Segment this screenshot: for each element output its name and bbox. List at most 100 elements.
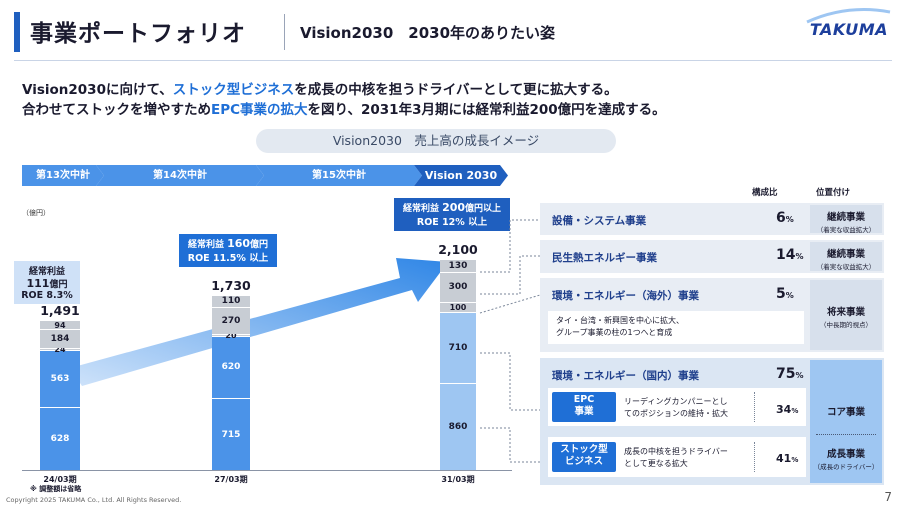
tag-line: 事業 <box>574 406 594 418</box>
position-label: 継続事業 <box>826 212 865 223</box>
bar-segment: 110 <box>212 295 250 307</box>
bar-segment: 24 <box>40 345 80 354</box>
bar-segment: 715 <box>212 398 250 470</box>
x-axis-label: 27/03期 <box>214 475 248 484</box>
copyright: Copyright 2025 TAKUMA Co., Ltd. All Righ… <box>6 496 182 504</box>
plan-label: 第13次中計 <box>36 170 90 181</box>
lead-highlight: ストック型ビジネス <box>172 82 295 98</box>
position-note: （中長期的視点） <box>820 321 872 329</box>
bar-total-label: 1,491 <box>40 302 80 318</box>
overseas-description: タイ・台湾・新興国を中心に拡大、 グループ事業の柱の1つへと育成 <box>548 311 804 344</box>
segment-ratio: 5% <box>776 286 794 302</box>
bar-segment: 628 <box>40 406 80 470</box>
bar-total-label: 1,730 <box>211 278 251 294</box>
bar-segment: 20 <box>212 331 250 340</box>
ratio-unit: % <box>795 252 804 261</box>
tag-line: ビジネス <box>564 456 603 468</box>
callout-profit: 経常利益 111億円 <box>26 267 68 290</box>
segment-name: 設備・システム事業 <box>552 215 647 227</box>
title-separator <box>284 14 285 50</box>
page-title: 事業ポートフォリオ <box>30 21 246 47</box>
segment-name: 民生熱エネルギー事業 <box>552 252 657 264</box>
description-line: てのポジションの維持・拡大 <box>624 409 728 418</box>
plan-arrow-15: 第15次中計 <box>256 165 422 186</box>
ratio-unit: % <box>785 215 794 224</box>
description-line: リーディングカンパニーとし <box>624 397 728 406</box>
epc-divider <box>754 392 755 422</box>
plan-label: 第14次中計 <box>153 170 207 181</box>
bar-27-03期: 715 620 20 270 110 <box>212 295 250 470</box>
segment-ratio: 6% <box>776 210 794 226</box>
bar-segment: 184 <box>40 329 80 348</box>
ratio-unit: % <box>791 407 799 415</box>
position-label: 将来事業 <box>826 307 865 318</box>
position-badge-domestic: コア事業 成長事業 （成長のドライバー） <box>810 360 882 483</box>
lead-text: Vision2030に向けて、 <box>22 82 173 98</box>
description-line: として更なる拡大 <box>624 459 688 468</box>
segment-ratio: 75% <box>776 366 804 382</box>
segment-name: 環境・エネルギー（国内）事業 <box>552 370 699 382</box>
epc-ratio: 34% <box>776 403 798 416</box>
x-axis-label: 31/03期 <box>441 475 475 484</box>
plan-label: Vision 2030 <box>424 169 498 182</box>
description-line: グループ事業の柱の1つへと育成 <box>556 327 673 337</box>
segment-name: 環境・エネルギー（海外）事業 <box>552 290 699 302</box>
ratio-value: 14 <box>776 247 796 263</box>
position-label: コア事業 <box>826 407 865 418</box>
company-logo: TAKUMA <box>809 20 888 39</box>
lead-text: 合わせてストックを増やすため <box>22 102 211 118</box>
profit-callout: 経常利益 111億円 ROE 8.3% <box>14 261 80 304</box>
ratio-unit: % <box>791 456 799 464</box>
footnote: ※ 調整額は省略 <box>30 485 82 493</box>
stock-divider <box>754 442 755 472</box>
plan-arrow-14: 第14次中計 <box>96 165 264 186</box>
header-divider <box>14 60 892 61</box>
stock-description: 成長の中核を担うドライバー として更なる拡大 <box>624 446 728 470</box>
col-header-position: 位置付け <box>816 188 851 198</box>
position-note: （着実な収益拡大） <box>816 226 876 234</box>
stock-ratio: 41% <box>776 452 798 465</box>
plan-arrow-13: 第13次中計 <box>22 165 104 186</box>
epc-tag: EPC 事業 <box>552 392 616 422</box>
stock-tag: ストック型 ビジネス <box>552 442 616 472</box>
position-label: 継続事業 <box>826 249 865 260</box>
callout-profit: 経常利益 160億円 <box>187 237 269 250</box>
lead-line-2: 合わせてストックを増やすためEPC事業の拡大を図り、2031年3月期には経常利益… <box>22 98 666 118</box>
chart-baseline <box>22 470 512 471</box>
position-divider <box>816 434 876 435</box>
ratio-value: 34 <box>776 403 792 416</box>
epc-description: リーディングカンパニーとし てのポジションの維持・拡大 <box>624 396 728 420</box>
position-badge-overseas: 将来事業 （中長期的視点） <box>810 280 882 350</box>
description-line: タイ・台湾・新興国を中心に拡大、 <box>556 316 684 325</box>
bar-segment: 94 <box>40 319 80 330</box>
lead-text: を図り、2031年3月期には経常利益200億円を達成する。 <box>307 102 666 118</box>
position-badge-consumer-heat: 継続事業 （着実な収益拡大） <box>810 242 882 271</box>
ratio-value: 41 <box>776 452 792 465</box>
bar-segment: 563 <box>40 350 80 407</box>
segment-ratio: 14% <box>776 247 804 263</box>
col-header-ratio: 構成比 <box>752 188 778 198</box>
connector-lines <box>479 219 541 463</box>
position-note: （成長のドライバー） <box>813 463 879 471</box>
position-note: （着実な収益拡大） <box>816 263 876 271</box>
ratio-unit: % <box>795 371 804 380</box>
profit-callout: 経常利益 160億円 ROE 11.5% 以上 <box>179 234 277 267</box>
callout-roe: ROE 11.5% 以上 <box>187 253 269 264</box>
page-subtitle: Vision2030 2030年のありたい姿 <box>300 24 556 42</box>
bar-segment: 620 <box>212 335 250 399</box>
page-number: 7 <box>884 490 892 504</box>
ratio-value: 75 <box>776 366 796 382</box>
chart-unit: （億円） <box>22 209 50 217</box>
bar-segment: 270 <box>212 306 250 334</box>
callout-roe: ROE 8.3% <box>21 290 73 301</box>
title-accent-bar <box>14 12 20 52</box>
lead-text: を成長の中核を担うドライバーとして更に拡大する。 <box>294 82 618 98</box>
plan-label: 第15次中計 <box>312 170 366 181</box>
plan-arrow-vision: Vision 2030 <box>414 165 508 186</box>
ratio-value: 5 <box>776 286 786 302</box>
tag-line: EPC <box>573 394 595 405</box>
description-line: 成長の中核を担うドライバー <box>624 447 728 456</box>
ratio-unit: % <box>785 291 794 300</box>
lead-highlight: EPC事業の拡大 <box>211 102 308 118</box>
lead-line-1: Vision2030に向けて、ストック型ビジネスを成長の中核を担うドライバーとし… <box>22 78 618 98</box>
